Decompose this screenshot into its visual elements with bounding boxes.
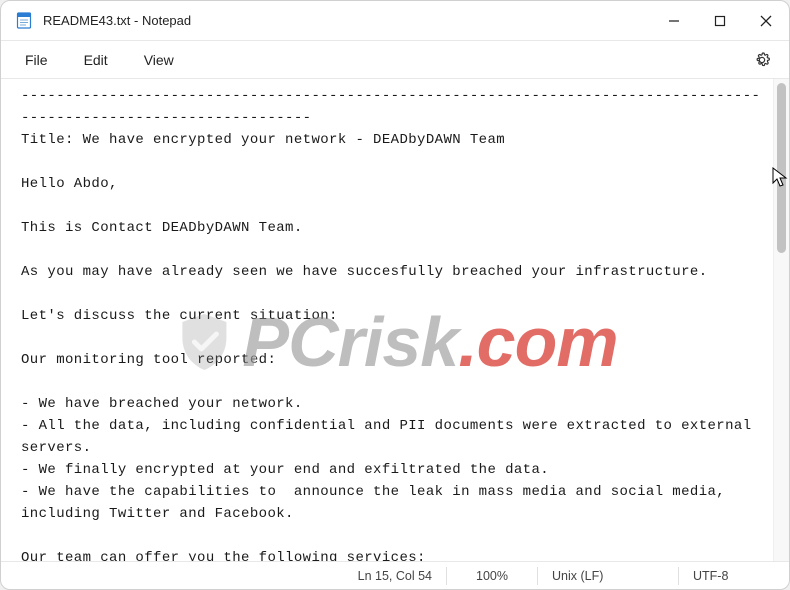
close-button[interactable] (743, 1, 789, 41)
notepad-window: README43.txt - Notepad File Edit View (0, 0, 790, 590)
menubar: File Edit View (1, 41, 789, 79)
gear-icon (753, 51, 771, 69)
status-line-ending: Unix (LF) (538, 562, 678, 589)
status-encoding: UTF-8 (679, 562, 789, 589)
window-title: README43.txt - Notepad (43, 13, 191, 28)
status-zoom[interactable]: 100% (447, 562, 537, 589)
settings-button[interactable] (745, 43, 779, 77)
menu-file[interactable]: File (7, 46, 66, 74)
scrollbar-thumb[interactable] (777, 83, 786, 253)
text-editor[interactable]: ----------------------------------------… (1, 79, 773, 561)
statusbar: Ln 15, Col 54 100% Unix (LF) UTF-8 (1, 561, 789, 589)
menu-view[interactable]: View (126, 46, 192, 74)
status-cursor-position: Ln 15, Col 54 (344, 562, 446, 589)
titlebar: README43.txt - Notepad (1, 1, 789, 41)
maximize-icon (714, 15, 726, 27)
vertical-scrollbar[interactable] (773, 79, 789, 561)
close-icon (760, 15, 772, 27)
editor-area: ----------------------------------------… (1, 79, 789, 561)
notepad-app-icon (15, 12, 33, 30)
maximize-button[interactable] (697, 1, 743, 41)
minimize-button[interactable] (651, 1, 697, 41)
minimize-icon (668, 15, 680, 27)
menu-edit[interactable]: Edit (66, 46, 126, 74)
